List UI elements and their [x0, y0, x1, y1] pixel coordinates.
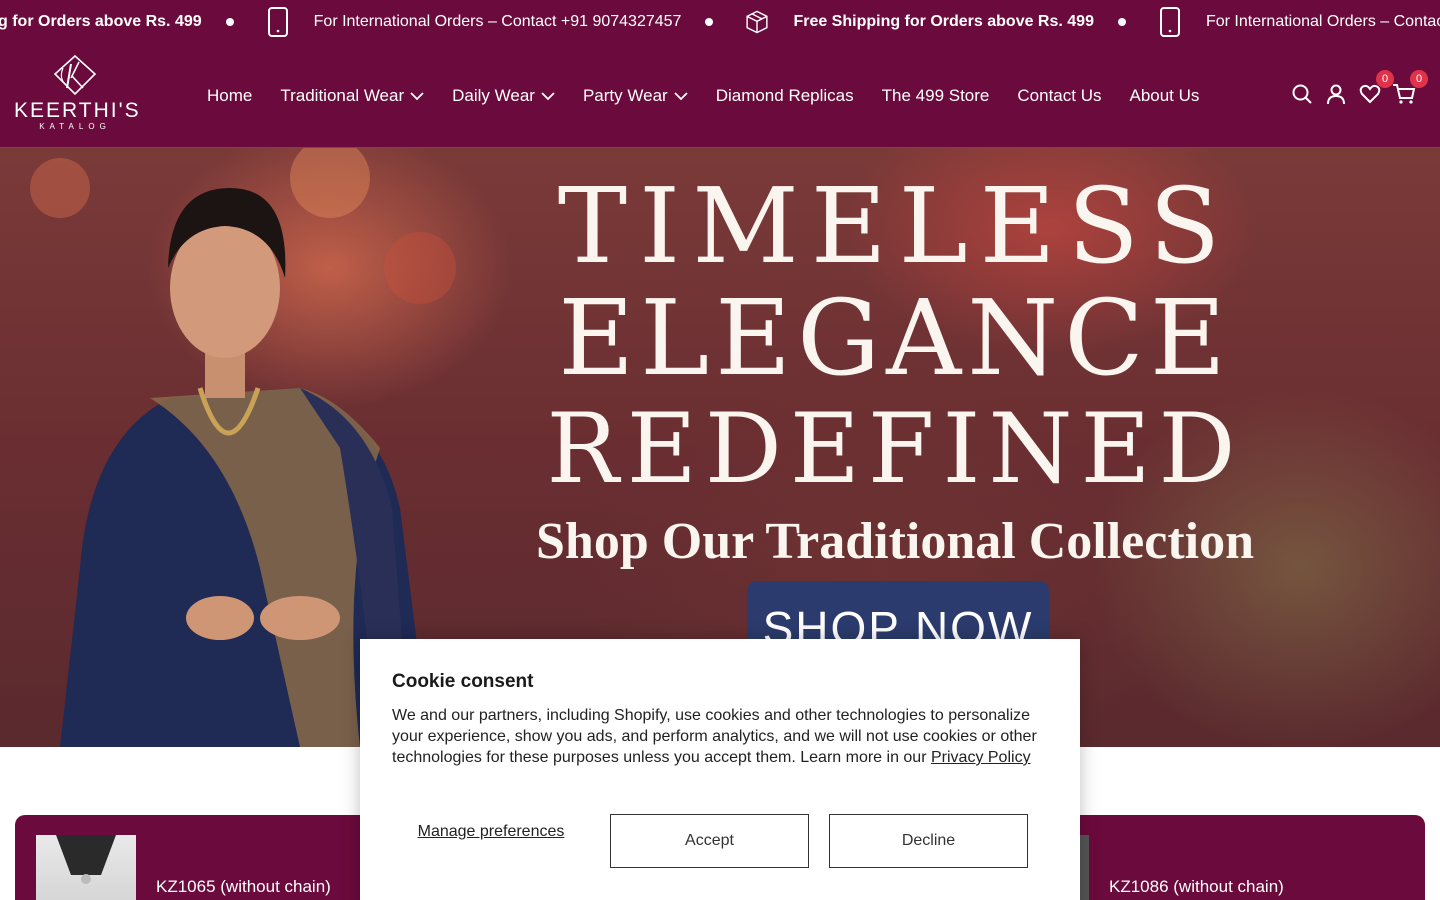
cookie-body: We and our partners, including Shopify, …: [392, 705, 1042, 768]
nav-item-label: About Us: [1129, 86, 1200, 105]
announcement-bar: g for Orders above Rs. 499 For Internatio…: [0, 0, 1440, 44]
announcement-text: For International Orders – Contact +91 9…: [1205, 13, 1440, 30]
nav-item-diamond-replicas[interactable]: Diamond Replicas: [716, 86, 854, 106]
hero-line-1: TIMELESS: [557, 165, 1233, 287]
chevron-down-icon: [410, 86, 424, 106]
nav-item-daily-wear[interactable]: Daily Wear: [452, 86, 555, 106]
nav-item-traditional-wear[interactable]: Traditional Wear: [280, 86, 424, 106]
nav-item-label: Contact Us: [1017, 86, 1102, 105]
hero-subline: Shop Our Traditional Collection: [535, 513, 1255, 570]
nav-item-label: Traditional Wear: [280, 86, 405, 105]
product-name: KZ1086 (without chain): [1109, 877, 1284, 896]
hero-headline: TIMELESS ELEGANCE REDEFINED Shop Our Tra…: [500, 170, 1290, 574]
box-icon: [745, 7, 769, 37]
product-thumbnail: [36, 835, 136, 900]
chevron-down-icon: [541, 86, 555, 106]
privacy-policy-link[interactable]: Privacy Policy: [931, 749, 1031, 766]
cookie-consent-dialog: Cookie consent We and our partners, incl…: [360, 639, 1080, 900]
phone-icon: [266, 7, 290, 37]
announcement-text: g for Orders above Rs. 499: [0, 13, 202, 30]
nav-item-label: Party Wear: [582, 86, 668, 105]
hero-line-2: ELEGANCE: [558, 277, 1232, 399]
cookie-title: Cookie consent: [392, 671, 534, 692]
nav-item-label: Daily Wear: [452, 86, 535, 105]
cookie-actions: Manage preferences Accept Decline: [392, 814, 1048, 868]
announcement-track: g for Orders above Rs. 499 For Internatio…: [0, 0, 1440, 44]
nav-item-label: Home: [207, 86, 253, 105]
product-card[interactable]: KZ1065 (without chain): [36, 835, 331, 900]
manage-preferences-link[interactable]: Manage preferences: [392, 822, 590, 841]
search-icon[interactable]: [1290, 82, 1314, 106]
announcement-text: Free Shipping for Orders above Rs. 499: [793, 13, 1094, 30]
header-icons: 0 0: [1280, 70, 1428, 106]
separator-dot: [705, 18, 714, 26]
announcement-text: For International Orders – Contact +91 9…: [313, 13, 682, 30]
brand-name: KEERTHI'S: [14, 99, 141, 122]
account-icon[interactable]: [1324, 82, 1348, 106]
nav-item-the-499-store[interactable]: The 499 Store: [882, 86, 990, 106]
phone-icon: [1158, 7, 1182, 37]
main-nav: Home Traditional Wear Daily Wear Party Wear…: [207, 44, 1227, 148]
nav-item-contact-us[interactable]: Contact Us: [1017, 86, 1101, 106]
nav-item-home[interactable]: Home: [207, 86, 252, 106]
separator-dot: [225, 18, 234, 26]
cart-icon[interactable]: 0: [1392, 70, 1428, 106]
nav-item-label: The 499 Store: [881, 86, 990, 105]
site-header: KEERTHI'S KATALOG Home Traditional Wear Da…: [0, 44, 1440, 148]
hero-line-3: REDEFINED: [546, 393, 1244, 505]
logo-mark-icon: [53, 54, 97, 96]
nav-item-party-wear[interactable]: Party Wear: [583, 86, 688, 106]
wishlist-icon[interactable]: 0: [1358, 70, 1394, 106]
nav-item-label: Diamond Replicas: [715, 86, 854, 105]
logo[interactable]: KEERTHI'S KATALOG: [14, 54, 141, 134]
accept-button[interactable]: Accept: [610, 814, 809, 868]
decline-button[interactable]: Decline: [829, 814, 1028, 868]
product-name: KZ1065 (without chain): [156, 877, 331, 896]
nav-item-about-us[interactable]: About Us: [1129, 86, 1199, 106]
cart-count-badge: 0: [1410, 70, 1428, 88]
separator-dot: [1117, 18, 1126, 26]
brand-sub: KATALOG: [39, 122, 111, 131]
chevron-down-icon: [674, 86, 688, 106]
